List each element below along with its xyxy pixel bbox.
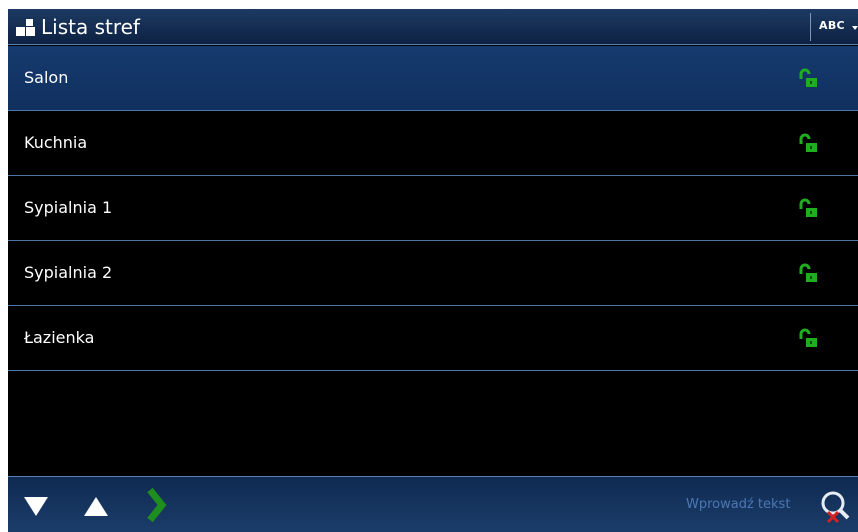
zone-name: Sypialnia 1 <box>24 198 113 217</box>
search-clear-icon <box>821 491 850 524</box>
zone-name: Salon <box>24 68 69 87</box>
zone-row-salon[interactable]: Salon <box>8 46 858 111</box>
next-button[interactable] <box>138 477 182 532</box>
scroll-down-button[interactable] <box>16 477 60 532</box>
title-bar: Lista stref ABC <box>8 9 858 45</box>
search-input-placeholder[interactable]: Wprowadź tekst <box>686 497 790 512</box>
keyboard-mode-button[interactable]: ABC <box>810 13 858 41</box>
zone-list: Salon Kuchnia Sypialnia 1 Sypialnia 2 Ła… <box>8 46 858 371</box>
unlocked-icon <box>799 68 817 87</box>
zone-row-sypialnia-1[interactable]: Sypialnia 1 <box>8 176 858 241</box>
bottom-toolbar: Wprowadź tekst <box>8 476 858 532</box>
zone-list-screen: Lista stref ABC Salon Kuchnia Sypialnia … <box>8 9 858 532</box>
zone-row-lazienka[interactable]: Łazienka <box>8 306 858 371</box>
unlocked-icon <box>799 198 817 217</box>
next-icon <box>147 487 167 523</box>
search-button[interactable] <box>816 486 856 530</box>
keyboard-mode-label: ABC <box>819 19 845 32</box>
zone-row-kuchnia[interactable]: Kuchnia <box>8 111 858 176</box>
zone-name: Łazienka <box>24 328 95 347</box>
chevron-down-icon <box>852 26 858 30</box>
scroll-up-button[interactable] <box>76 477 120 532</box>
unlocked-icon <box>799 133 817 152</box>
zone-name: Sypialnia 2 <box>24 263 113 282</box>
unlocked-icon <box>799 263 817 282</box>
unlocked-icon <box>799 328 817 347</box>
scroll-up-icon <box>84 497 108 516</box>
zone-row-sypialnia-2[interactable]: Sypialnia 2 <box>8 241 858 306</box>
scroll-down-icon <box>24 497 48 516</box>
zone-name: Kuchnia <box>24 133 88 152</box>
page-title: Lista stref <box>41 15 140 39</box>
zones-menu-icon <box>16 19 35 36</box>
